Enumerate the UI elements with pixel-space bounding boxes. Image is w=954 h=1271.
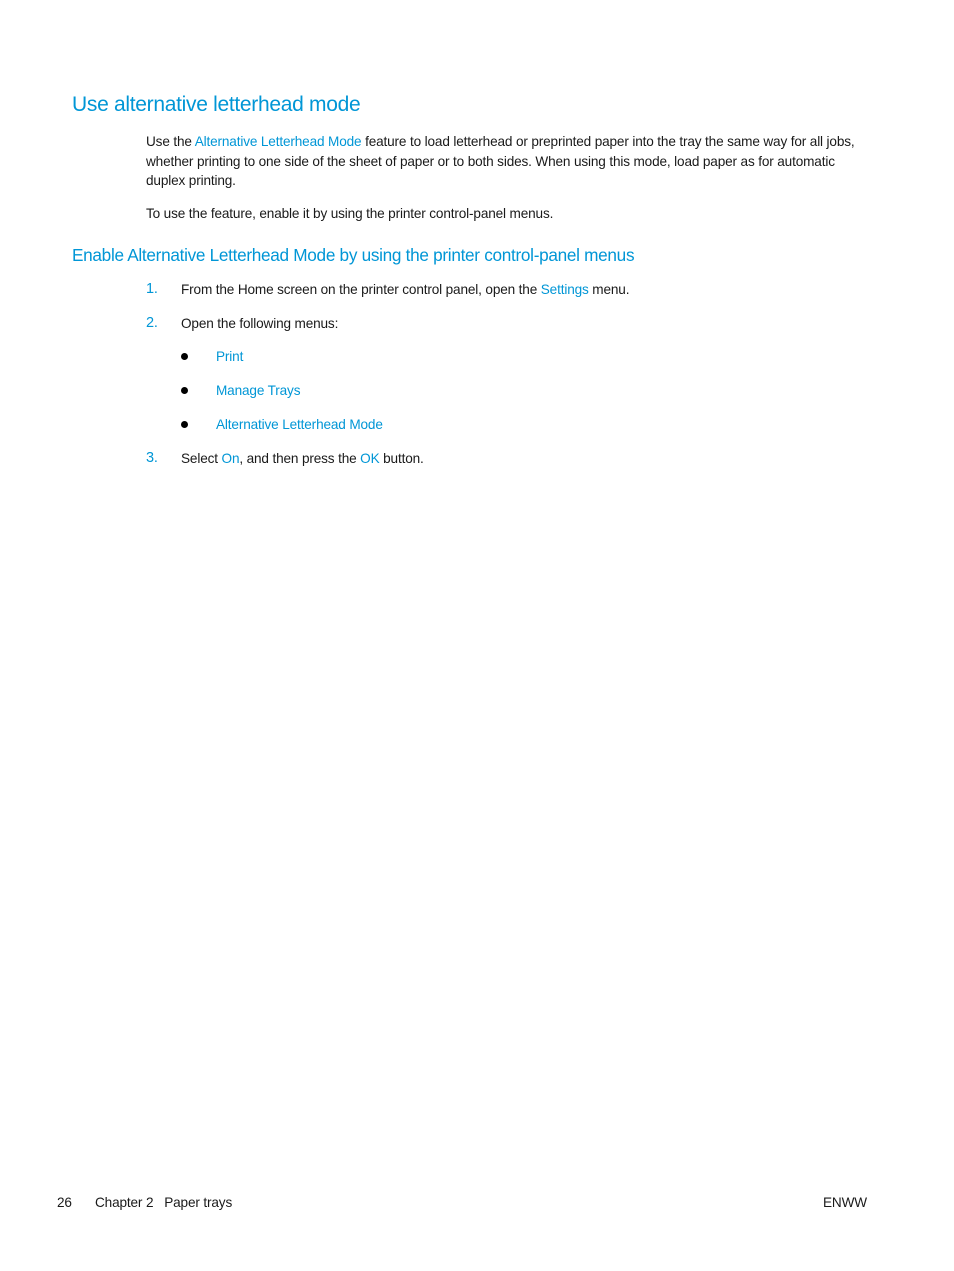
step-number: 1. [146,281,158,297]
bullet-icon [181,353,188,360]
step-text-start: Select [181,451,222,466]
intro-paragraph: Use the Alternative Letterhead Mode feat… [146,132,870,191]
page-title: Use alternative letterhead mode [72,93,361,116]
step-text: Select On, and then press the OK button. [181,449,424,468]
step-number: 2. [146,315,158,331]
footer-chapter: Chapter 2 Paper trays [95,1195,233,1210]
footer-page-number: 26 [57,1195,72,1210]
note-paragraph: To use the feature, enable it by using t… [146,206,554,221]
print-menu-link[interactable]: Print [216,347,243,366]
step-text: From the Home screen on the printer cont… [181,280,629,299]
manage-trays-menu-link[interactable]: Manage Trays [216,381,300,400]
subsection-title: Enable Alternative Letterhead Mode by us… [72,245,635,265]
intro-text-start: Use the [146,134,195,149]
step-text: Open the following menus: [181,316,339,331]
step-text-start: From the Home screen on the printer cont… [181,282,541,297]
step-text-end: button. [379,451,424,466]
bullet-icon [181,387,188,394]
step-text-end: menu. [588,282,630,297]
bullet-icon [181,421,188,428]
alternative-letterhead-mode-link[interactable]: Alternative Letterhead Mode [195,134,362,149]
settings-menu-link[interactable]: Settings [541,282,589,297]
on-option-link[interactable]: On [222,451,240,466]
alternative-letterhead-mode-menu-link[interactable]: Alternative Letterhead Mode [216,415,383,434]
step-number: 3. [146,450,158,466]
step-text-middle: , and then press the [239,451,361,466]
ok-button-link[interactable]: OK [360,451,379,466]
footer-locale: ENWW [823,1195,867,1210]
